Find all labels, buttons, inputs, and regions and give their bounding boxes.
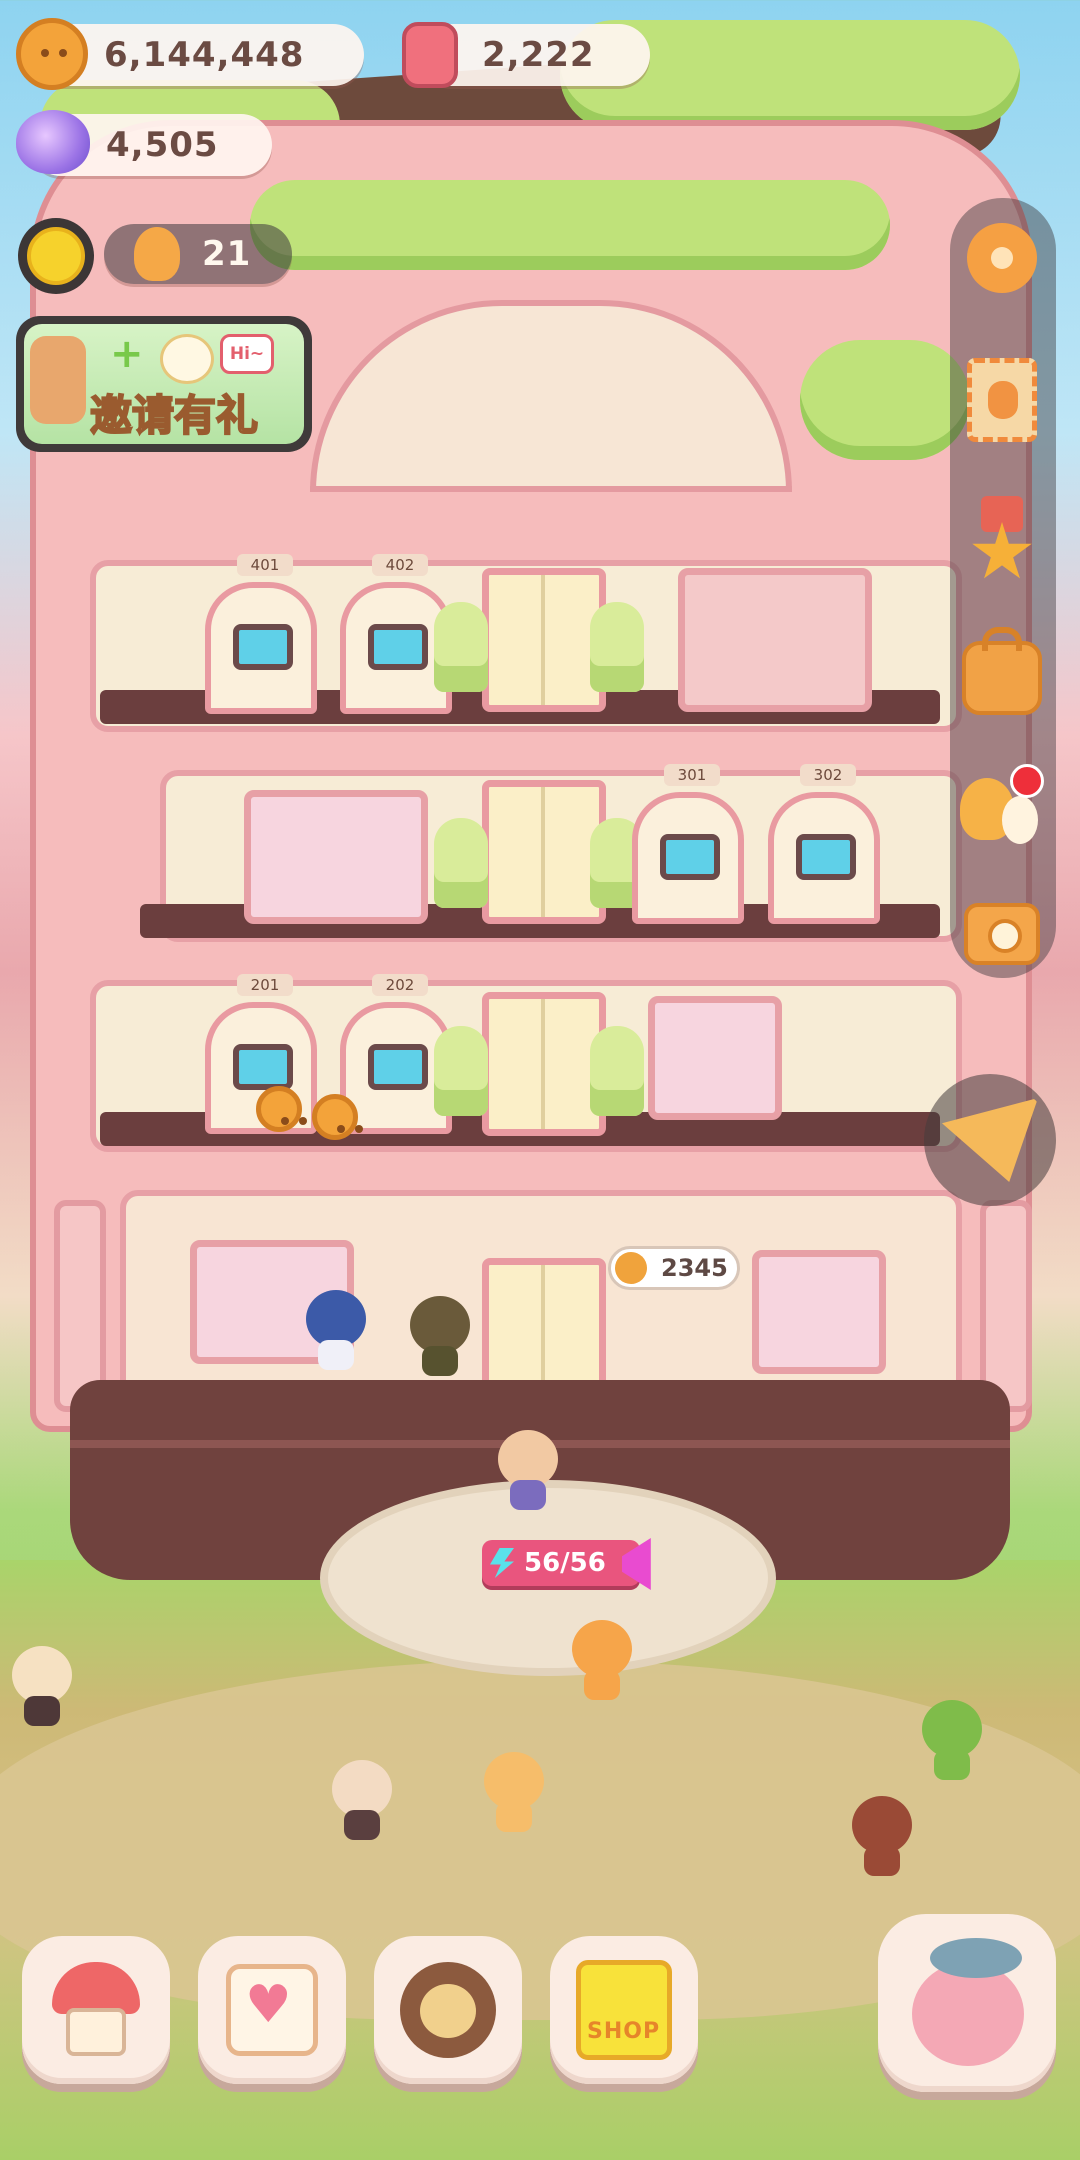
room-number: 302 [800, 764, 856, 786]
shop-button[interactable]: SHOP [550, 1936, 698, 2084]
house-icon [48, 1962, 144, 2058]
sun-level-badge[interactable] [18, 218, 94, 294]
heart-screen [233, 624, 293, 670]
notes-button[interactable] [198, 1936, 346, 2084]
pet-icon [902, 1938, 1032, 2068]
shop-sign-text: SHOP [587, 2019, 661, 2044]
elevator-floor-4[interactable] [482, 568, 606, 712]
lobby-shop-right[interactable] [752, 1250, 886, 1374]
sun-icon [27, 227, 85, 285]
gear-icon [967, 223, 1037, 293]
heart-screen [233, 1044, 293, 1090]
hi-chat-bubble: Hi~ [220, 334, 274, 374]
settings-button[interactable] [954, 210, 1050, 306]
invite-reward-banner[interactable]: + Hi~ 邀请有礼 [16, 316, 312, 452]
building-leaves [250, 180, 890, 270]
coin-icon [16, 18, 88, 90]
collectible-coin[interactable] [256, 1086, 307, 1132]
bag-icon [962, 627, 1042, 715]
ticket-value: 2,222 [482, 35, 595, 75]
stamina-bar[interactable]: 56/56 [482, 1540, 640, 1586]
coin-value: 6,144,448 [104, 35, 305, 75]
room-number: 401 [237, 554, 293, 576]
laundry-room[interactable] [244, 790, 428, 924]
coin-icon [615, 1252, 647, 1284]
income-bubble[interactable]: 2345 [608, 1246, 740, 1290]
achievement-button[interactable] [954, 492, 1050, 588]
camera-icon [964, 903, 1040, 965]
elevator-floor-3[interactable] [482, 780, 606, 924]
gem-icon [16, 110, 90, 174]
heart-screen [368, 624, 428, 670]
room-number: 402 [372, 554, 428, 576]
pizza-icon [942, 1098, 1038, 1182]
room-number: 301 [664, 764, 720, 786]
potted-plant [590, 602, 644, 692]
shop-bag-icon: SHOP [576, 1960, 672, 2060]
cookie-button[interactable] [374, 1936, 522, 2084]
population-value: 21 [202, 234, 252, 274]
population-counter[interactable]: 21 [104, 224, 292, 284]
heart-screen [368, 1044, 428, 1090]
invite-banner-inner: + Hi~ 邀请有礼 [24, 324, 304, 444]
stamp-button[interactable] [954, 352, 1050, 448]
heart-screen [796, 834, 856, 880]
notification-dot [1010, 764, 1044, 798]
event-pizza-button[interactable] [924, 1074, 1056, 1206]
cookie-icon [400, 1962, 496, 2058]
elevator-floor-2[interactable] [482, 992, 606, 1136]
ghost-icon [160, 334, 214, 384]
potted-plant [434, 1026, 488, 1116]
room-301-door[interactable]: 301 [632, 764, 744, 924]
income-value: 2345 [661, 1254, 728, 1282]
energy-icon [490, 1548, 514, 1578]
potted-plant [590, 1026, 644, 1116]
room-number: 202 [372, 974, 428, 996]
note-heart-icon [226, 1964, 318, 2056]
friend-avatar [30, 336, 86, 424]
room-number: 201 [237, 974, 293, 996]
medal-icon [965, 496, 1039, 584]
invite-label: 邀请有礼 [89, 390, 259, 441]
inventory-button[interactable] [954, 627, 1050, 726]
locked-room-curtain[interactable] [678, 568, 872, 712]
plus-icon: + [110, 331, 144, 377]
potted-plant [434, 602, 488, 692]
potted-plant [434, 818, 488, 908]
gingerbread-icon [134, 227, 180, 281]
camera-button[interactable] [954, 886, 1050, 982]
pet-button[interactable] [878, 1914, 1056, 2092]
stamina-value: 56/56 [524, 1548, 606, 1578]
bath-room[interactable] [648, 996, 782, 1120]
ticket-icon [402, 22, 458, 88]
collectible-coin[interactable] [312, 1094, 363, 1140]
room-401-door[interactable]: 401 [205, 554, 317, 714]
gem-value: 4,505 [106, 125, 219, 165]
stamp-icon [967, 358, 1037, 442]
building-leaves-right [800, 340, 970, 460]
room-302-door[interactable]: 302 [768, 764, 880, 924]
build-button[interactable] [22, 1936, 170, 2084]
heart-screen [660, 834, 720, 880]
